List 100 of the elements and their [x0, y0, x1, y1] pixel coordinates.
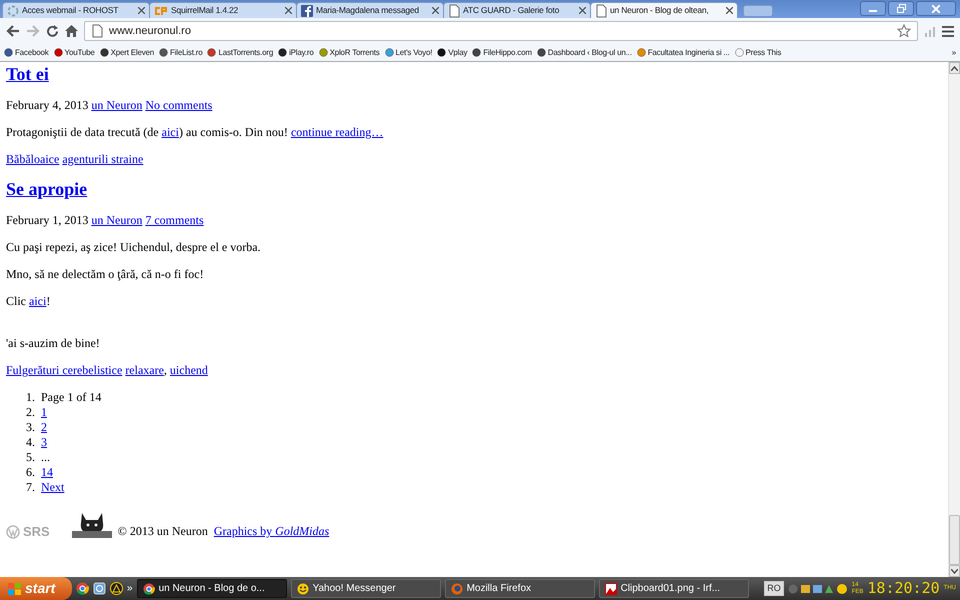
copyright-text: © 2013 un Neuron [118, 524, 208, 539]
bookmark[interactable]: YouTube [54, 46, 95, 58]
address-bar[interactable]: www.neuronul.ro [84, 21, 918, 41]
bookmark[interactable]: Let's Voyo! [384, 46, 432, 58]
close-icon[interactable] [579, 7, 586, 14]
link[interactable]: Fulgerături cerebelistice [6, 363, 122, 377]
post-title-link[interactable]: Tot ei [6, 64, 49, 84]
smiley-icon [296, 582, 309, 594]
post-date: February 1, 2013 [6, 213, 88, 227]
tab-title: ATC GUARD - Galerie foto [463, 4, 560, 17]
comments-link[interactable]: 7 comments [145, 213, 204, 227]
restore-icon [896, 4, 906, 13]
link[interactable]: uichend [170, 363, 208, 377]
reload-icon[interactable] [46, 24, 59, 38]
list-number: 1. [25, 390, 35, 405]
close-window-button[interactable] [916, 1, 956, 16]
taskbar-button[interactable]: un Neuron - Blog de o... [136, 579, 287, 598]
bookmark[interactable]: Xpert Eleven [100, 46, 154, 58]
restore-button[interactable] [888, 1, 914, 16]
list-number: 2. [25, 405, 35, 420]
close-icon[interactable] [432, 7, 439, 14]
cp-logo-icon [154, 4, 168, 16]
bookmark[interactable]: Press This [734, 46, 782, 58]
quick-launch-overflow[interactable]: » [127, 581, 133, 596]
page-icon [91, 24, 103, 38]
browser-tab[interactable]: SquirrelMail 1.4.22 [149, 2, 297, 18]
page-text: Page 1 of 14 [41, 390, 102, 405]
paragraph: Cu paşi repezi, aş zice! Uichendul, despre el e vorba. [6, 240, 262, 255]
author-link[interactable]: un Neuron [91, 98, 142, 112]
list-number: 4. [25, 435, 35, 450]
credit-link[interactable]: Graphics by GoldMidas [214, 524, 330, 539]
bookmark[interactable]: Vplay [437, 46, 468, 58]
link[interactable]: continue reading… [290, 125, 384, 139]
author-link[interactable]: un Neuron [91, 213, 142, 227]
close-icon[interactable] [285, 7, 292, 14]
bookmark[interactable]: FileHippo.com [472, 46, 532, 58]
taskbar-button[interactable]: Yahoo! Messenger [290, 579, 441, 598]
paragraph: Clic aici! [6, 294, 52, 309]
home-icon[interactable] [65, 25, 78, 37]
comments-link[interactable]: No comments [145, 98, 212, 112]
link[interactable]: aici [29, 294, 46, 308]
chrome-icon[interactable] [76, 582, 89, 595]
page-link[interactable]: 2 [41, 420, 47, 435]
link[interactable]: aici [162, 125, 179, 139]
post-title-link[interactable]: Se apropie [6, 179, 88, 199]
minimize-button[interactable] [860, 1, 886, 16]
bookmark[interactable]: Dashboard ‹ Blog-ul un... [536, 46, 632, 58]
bookmark[interactable]: LastTorrents.org [207, 46, 274, 58]
language-indicator[interactable]: RO [764, 580, 784, 596]
list-number: 6. [25, 465, 35, 480]
page-text: ... [41, 450, 50, 465]
close-icon[interactable] [138, 7, 145, 14]
bookmark[interactable]: Facultatea Ingineria si ... [636, 46, 730, 58]
link[interactable]: agenturili straine [62, 152, 144, 166]
paragraph: 'ai s-auzim de bine! [6, 336, 101, 351]
wordpress-logo-icon [6, 524, 20, 538]
firefox-icon [450, 582, 463, 594]
list-number: 5. [25, 450, 35, 465]
spinner-icon [7, 4, 19, 16]
browser-tab[interactable]: un Neuron - Blog de oltean, [590, 2, 738, 18]
close-icon[interactable] [726, 7, 733, 14]
browser-tab[interactable]: Acces webmail - ROHOST [2, 2, 150, 18]
bookmark[interactable]: XploR Torrents [318, 46, 380, 58]
post-tags: Fulgerături cerebelistice relaxare, uichend [6, 363, 942, 378]
paragraph: Protagoniştii de data trecută (de aici) au comis-o. Din nou! continue reading… [6, 125, 384, 140]
list-number: 7. [25, 480, 35, 495]
bookmark[interactable]: FileList.ro [159, 46, 202, 58]
page-link[interactable]: Next [41, 480, 64, 495]
page-link[interactable]: 3 [41, 435, 47, 450]
windows-logo-icon [8, 582, 21, 594]
bookmarks-overflow-button[interactable]: » [952, 46, 956, 58]
chrome-icon [142, 582, 155, 594]
bookmark[interactable]: iPlay.ro [278, 46, 314, 58]
taskbar-button[interactable]: Mozilla Firefox [444, 579, 595, 598]
tab-title: Acces webmail - ROHOST [22, 4, 120, 17]
scroll-down-icon[interactable] [951, 568, 958, 574]
taskbar-button[interactable]: Clipboard01.png - Irf... [598, 579, 749, 598]
logo-text: SRS [23, 524, 50, 539]
page-link[interactable]: 1 [41, 405, 47, 420]
warning-icon[interactable] [110, 582, 123, 595]
bookmark[interactable]: Facebook [4, 46, 49, 58]
scrollbar-thumb[interactable] [949, 515, 960, 565]
page-link[interactable]: 14 [41, 465, 53, 480]
browser-tab[interactable]: Maria-Magdalena messaged [296, 2, 444, 18]
back-icon[interactable] [6, 25, 20, 37]
scroll-up-icon[interactable] [951, 66, 958, 70]
post-date: February 4, 2013 [6, 98, 88, 112]
tray-icons-drawing [788, 582, 848, 594]
clock-time: 18:20:20 [867, 578, 940, 600]
link[interactable]: Băbăloaice [6, 152, 60, 166]
browser-tab[interactable]: ATC GUARD - Galerie foto [443, 2, 591, 18]
tab-title: Maria-Magdalena messaged [316, 4, 420, 17]
link[interactable]: relaxare [125, 363, 164, 377]
menu-icon[interactable] [942, 26, 954, 36]
star-icon[interactable] [897, 24, 911, 38]
close-icon [932, 4, 940, 12]
browser-icon[interactable] [93, 582, 106, 595]
paragraph: Mno, să ne delectăm o ţâră, că n-o fi foc! [6, 267, 205, 282]
tab-title: SquirrelMail 1.4.22 [171, 4, 240, 17]
scrollbar[interactable] [948, 62, 960, 577]
